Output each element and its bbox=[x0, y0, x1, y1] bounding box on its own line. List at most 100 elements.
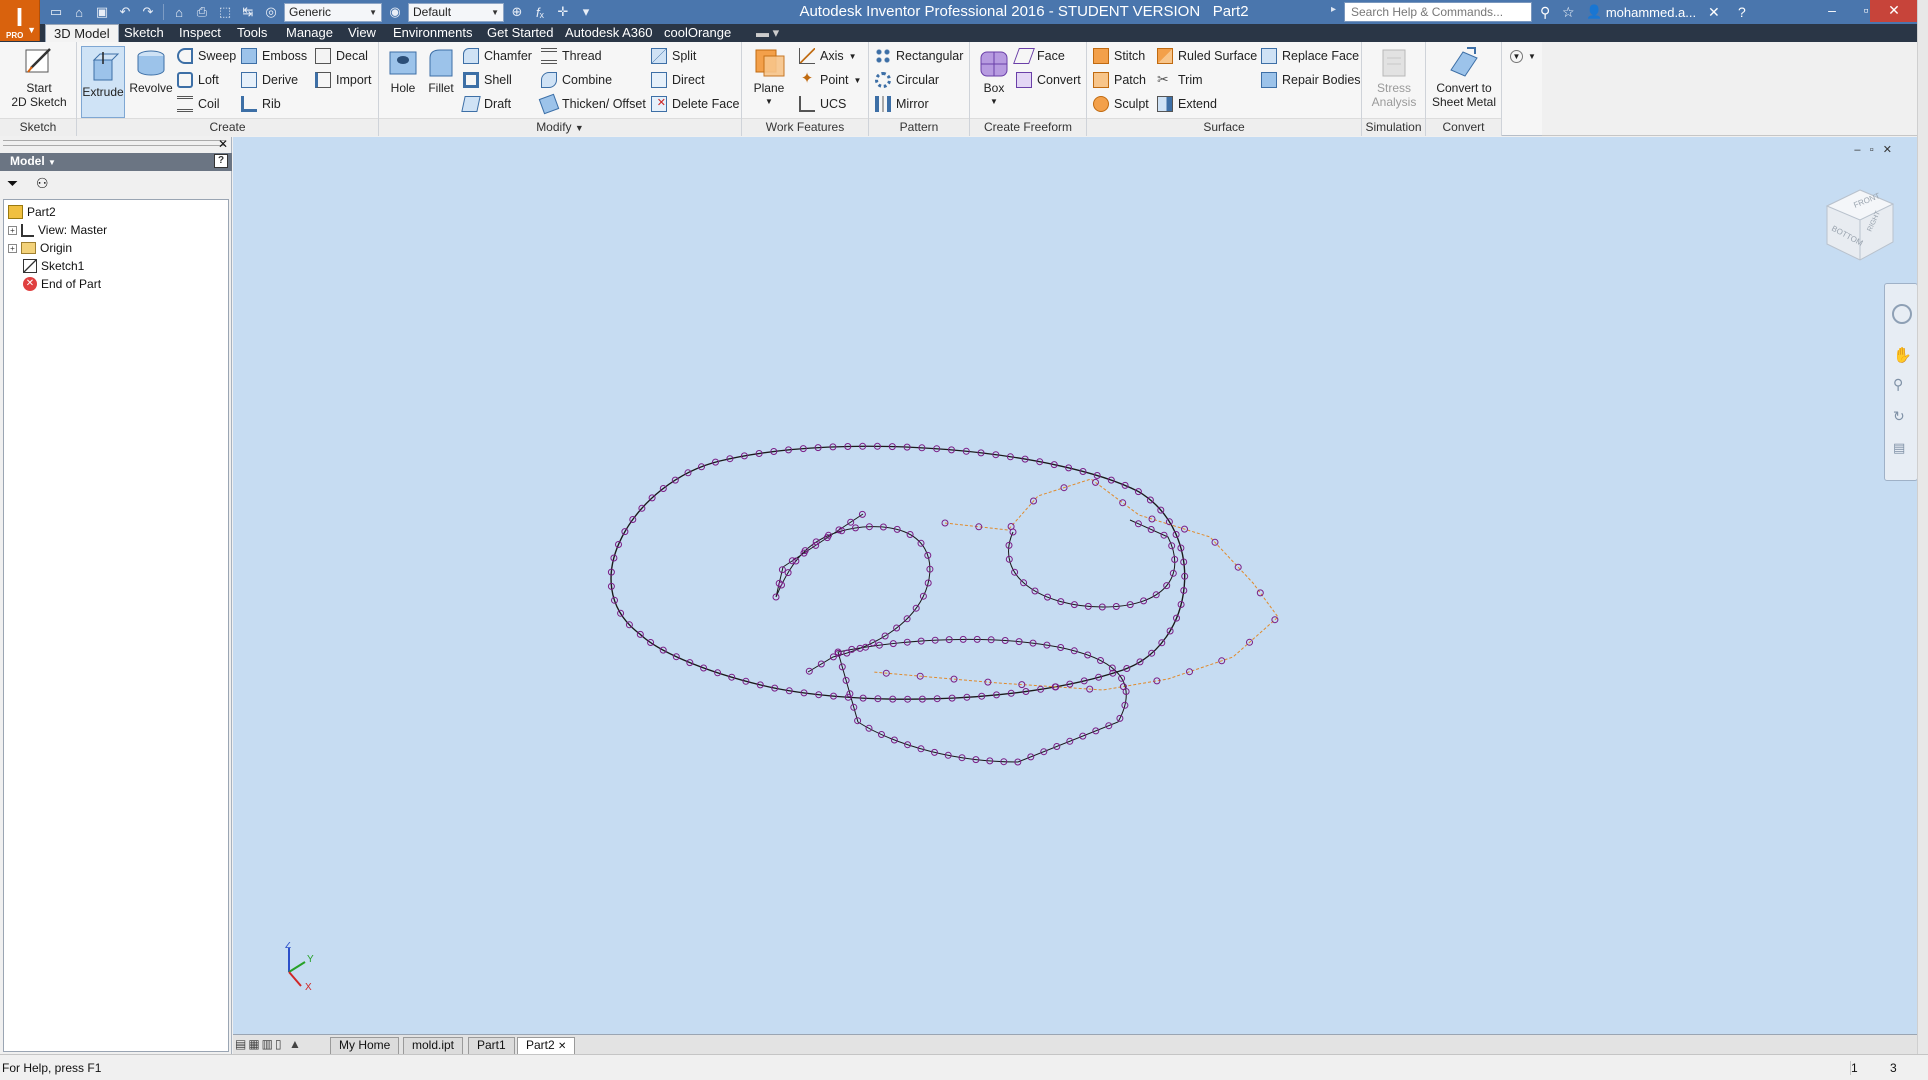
extrude-button[interactable]: Extrude bbox=[81, 46, 125, 118]
doc-tab-part2[interactable]: Part2 ✕ bbox=[517, 1037, 576, 1054]
close-button[interactable]: ✕ bbox=[1870, 0, 1918, 22]
material-combo[interactable]: Default ▼ bbox=[408, 2, 504, 22]
zoom-icon[interactable]: ⚲ bbox=[1893, 376, 1903, 393]
tree-item-origin[interactable]: + Origin bbox=[8, 239, 72, 257]
sketch-canvas[interactable] bbox=[233, 137, 1928, 1034]
help-search-input[interactable]: Search Help & Commands... bbox=[1344, 2, 1532, 22]
user-menu[interactable]: 👤 mohammed.a... bbox=[1586, 2, 1696, 22]
tree-item-sketch1[interactable]: Sketch1 bbox=[23, 257, 84, 275]
crosshair-icon[interactable]: ✛ bbox=[553, 3, 573, 21]
tree-item-view-master[interactable]: + View: Master bbox=[8, 221, 107, 239]
repair-bodies-button[interactable]: Repair Bodies bbox=[1261, 70, 1361, 90]
close-tab-icon[interactable]: ✕ bbox=[558, 1041, 566, 1052]
open-icon[interactable]: ⌂ bbox=[69, 3, 89, 21]
trim-button[interactable]: ✂ Trim bbox=[1157, 70, 1203, 90]
extend-button[interactable]: Extend bbox=[1157, 94, 1217, 114]
sketch-point[interactable] bbox=[1256, 589, 1264, 597]
graphics-viewport[interactable]: – ▫ ✕ FRONT RIGHT BOTTOM Z Y X bbox=[233, 137, 1928, 1034]
app-menu-button[interactable]: I PRO ▼ bbox=[0, 0, 40, 41]
combine-button[interactable]: Combine bbox=[541, 70, 612, 90]
loft-button[interactable]: Loft bbox=[177, 70, 219, 90]
color-icon[interactable]: ◎ bbox=[261, 3, 281, 21]
binoculars-icon[interactable]: ⚲ bbox=[1540, 2, 1550, 22]
doc-tab-part1[interactable]: Part1 bbox=[468, 1037, 515, 1054]
sketch-boundary-curve[interactable] bbox=[610, 445, 1186, 700]
decal-button[interactable]: Decal bbox=[315, 46, 368, 66]
look-at-icon[interactable]: ▤ bbox=[1893, 440, 1905, 456]
plane-button[interactable]: Plane ▼ bbox=[748, 46, 790, 109]
redo-icon[interactable]: ↷ bbox=[138, 3, 158, 21]
derive-button[interactable]: Derive bbox=[241, 70, 298, 90]
tab-view[interactable]: View bbox=[340, 24, 384, 42]
direct-button[interactable]: Direct bbox=[651, 70, 705, 90]
more-icon[interactable]: ▾ bbox=[576, 3, 596, 21]
zoom-icon[interactable]: ⊕ bbox=[507, 3, 527, 21]
sketch-hook-profile-3[interactable] bbox=[837, 638, 1127, 763]
draft-button[interactable]: Draft bbox=[461, 94, 511, 114]
tab-overflow-icon[interactable]: ▬ ▾ bbox=[748, 24, 787, 42]
help-icon[interactable]: ? bbox=[214, 154, 228, 168]
split-button[interactable]: Split bbox=[651, 46, 696, 66]
chamfer-button[interactable]: Chamfer bbox=[463, 46, 532, 66]
import-button[interactable]: Import bbox=[315, 70, 371, 90]
viewcube[interactable]: FRONT RIGHT BOTTOM bbox=[1817, 184, 1903, 270]
exchange-icon[interactable]: ✕ bbox=[1708, 2, 1720, 22]
fillet-button[interactable]: Fillet bbox=[421, 46, 461, 95]
sweep-button[interactable]: Sweep bbox=[177, 46, 236, 66]
doc-tab-mold[interactable]: mold.ipt bbox=[403, 1037, 464, 1054]
filter-icon[interactable]: ⏷ bbox=[7, 175, 18, 192]
tree-item-part[interactable]: Part2 bbox=[8, 203, 56, 221]
ucs-button[interactable]: UCS bbox=[799, 94, 846, 114]
browser-header[interactable]: Model ▼ ? bbox=[0, 153, 232, 171]
mirror-button[interactable]: Mirror bbox=[875, 94, 929, 114]
circular-pattern-button[interactable]: Circular bbox=[875, 70, 939, 90]
freeform-face-button[interactable]: Face bbox=[1013, 46, 1065, 66]
tab-environments[interactable]: Environments bbox=[385, 24, 480, 42]
undo-icon[interactable]: ↶ bbox=[115, 3, 135, 21]
help-icon[interactable]: ? bbox=[1738, 2, 1746, 22]
rectangular-pattern-button[interactable]: Rectangular bbox=[875, 46, 963, 66]
browser-close-icon[interactable]: ✕ bbox=[218, 137, 228, 151]
ribbon-options-button[interactable]: ▼ ▼ bbox=[1510, 46, 1536, 66]
appearance-combo[interactable]: Generic ▼ bbox=[284, 2, 382, 22]
right-edge-scrollbar[interactable] bbox=[1917, 0, 1928, 1080]
orbit-icon[interactable]: ↻ bbox=[1893, 408, 1905, 425]
delete-face-button[interactable]: ✕ Delete Face bbox=[651, 94, 739, 114]
sketch-point[interactable] bbox=[1271, 616, 1279, 624]
tab-3d-model[interactable]: 3D Model bbox=[45, 24, 119, 42]
hole-button[interactable]: Hole bbox=[385, 46, 421, 95]
emboss-button[interactable]: Emboss bbox=[241, 46, 307, 66]
expand-icon[interactable]: + bbox=[8, 243, 17, 253]
sketch-points[interactable] bbox=[607, 442, 1279, 766]
measure-icon[interactable]: ↹ bbox=[238, 3, 258, 21]
rib-button[interactable]: Rib bbox=[241, 94, 281, 114]
ruled-surface-button[interactable]: Ruled Surface bbox=[1157, 46, 1257, 66]
shell-button[interactable]: Shell bbox=[463, 70, 512, 90]
steering-wheel-icon[interactable] bbox=[1892, 304, 1912, 324]
pan-icon[interactable]: ✋ bbox=[1893, 346, 1912, 364]
tab-get-started[interactable]: Get Started bbox=[479, 24, 561, 42]
doc-tab-my-home[interactable]: My Home bbox=[330, 1037, 400, 1054]
coil-button[interactable]: Coil bbox=[177, 94, 220, 114]
start-2d-sketch-button[interactable]: Start 2D Sketch bbox=[8, 46, 70, 109]
sketch-point[interactable] bbox=[1119, 499, 1127, 507]
browser-grip[interactable] bbox=[3, 140, 225, 146]
panel-label-modify[interactable]: Modify ▼ bbox=[379, 118, 741, 136]
convert-to-sheet-metal-button[interactable]: Convert to Sheet Metal bbox=[1429, 46, 1499, 109]
sculpt-button[interactable]: Sculpt bbox=[1093, 94, 1149, 114]
box-button[interactable]: Box ▼ bbox=[974, 46, 1014, 109]
axis-button[interactable]: Axis ▼ bbox=[799, 46, 857, 66]
select-icon[interactable]: ⬚ bbox=[215, 3, 235, 21]
tile-layout-icons[interactable]: ▤▦▥▯ ▲ bbox=[235, 1037, 303, 1051]
stress-analysis-button[interactable]: Stress Analysis bbox=[1364, 46, 1424, 109]
material-icon[interactable]: ◉ bbox=[385, 3, 405, 21]
tab-sketch[interactable]: Sketch bbox=[116, 24, 172, 42]
revolve-button[interactable]: Revolve bbox=[127, 46, 175, 95]
freeform-convert-button[interactable]: Convert bbox=[1016, 70, 1081, 90]
star-icon[interactable]: ☆ bbox=[1562, 2, 1575, 22]
tab-manage[interactable]: Manage bbox=[278, 24, 341, 42]
replace-face-button[interactable]: Replace Face bbox=[1261, 46, 1359, 66]
print-icon[interactable]: ⎙ bbox=[192, 3, 212, 21]
tab-coolorange[interactable]: coolOrange bbox=[656, 24, 739, 42]
search-expand-icon[interactable]: ▸ bbox=[1331, 4, 1336, 15]
